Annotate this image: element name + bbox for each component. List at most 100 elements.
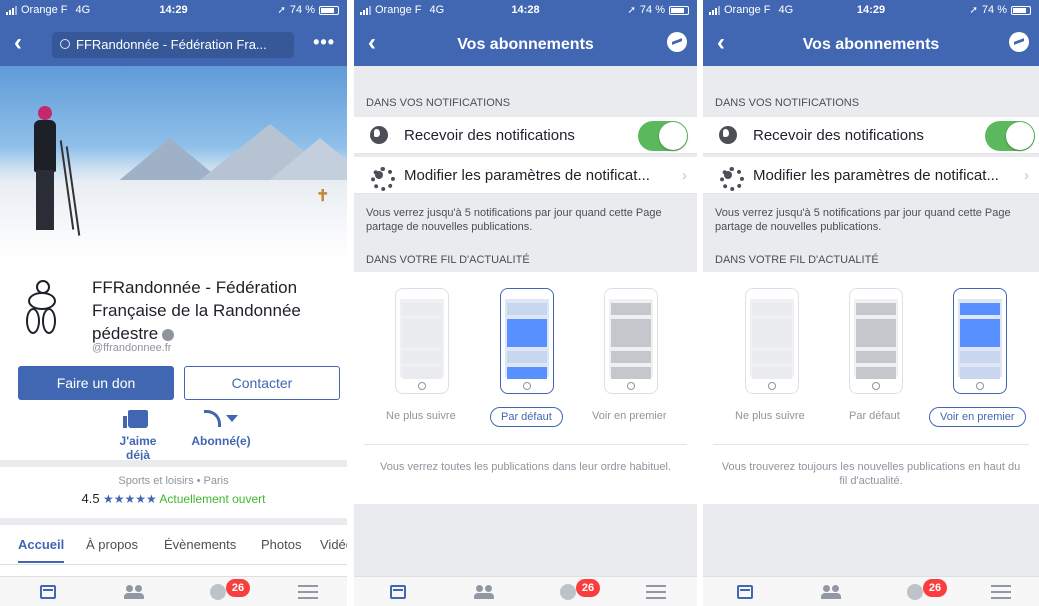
globe-icon bbox=[370, 126, 388, 144]
phone-page-view: Orange F 4G 14:29 ➚ 74 % ‹ FFRandonnée -… bbox=[0, 0, 347, 606]
page-rating[interactable]: 4.5 ★★★★★ Actuellement ouvert bbox=[0, 491, 347, 506]
hamburger-menu-icon[interactable] bbox=[646, 585, 666, 599]
friends-icon[interactable] bbox=[474, 585, 494, 599]
divider bbox=[364, 444, 687, 445]
modify-notification-settings-label: Modifier les paramètres de notificat... bbox=[404, 167, 650, 184]
hiker-figure bbox=[32, 106, 58, 236]
phone-preview-see-first[interactable] bbox=[953, 288, 1007, 394]
like-button[interactable]: J'aime déjà bbox=[106, 410, 170, 462]
donate-button[interactable]: Faire un don bbox=[18, 366, 174, 400]
notification-badge: 26 bbox=[226, 579, 250, 597]
section-feed-label: DANS VOTRE FIL D'ACTUALITÉ bbox=[715, 254, 879, 266]
rating-stars-icon: ★★★★★ bbox=[102, 492, 157, 506]
tab-a-propos[interactable]: À propos bbox=[86, 537, 138, 552]
globe-icon bbox=[719, 126, 737, 144]
nav-bar: ‹ FFRandonnée - Fédération Fra... ••• bbox=[0, 26, 347, 62]
tab-accueil[interactable]: Accueil bbox=[18, 537, 65, 563]
bottom-tab-bar: 26 bbox=[703, 576, 1039, 606]
phone-preview-unfollow[interactable] bbox=[395, 288, 449, 394]
cover-photo[interactable]: ✝ bbox=[0, 66, 347, 258]
receive-notifications-label: Recevoir des notifications bbox=[404, 127, 575, 144]
section-feed-label: DANS VOTRE FIL D'ACTUALITÉ bbox=[366, 254, 530, 266]
more-options-button[interactable]: ••• bbox=[313, 32, 335, 53]
battery-icon bbox=[669, 5, 689, 15]
option-default[interactable]: Par défaut bbox=[849, 410, 900, 422]
messenger-icon[interactable] bbox=[667, 32, 687, 52]
notification-note: Vous verrez jusqu'à 5 notifications par … bbox=[366, 207, 662, 233]
page-category: Sports et loisirs bbox=[118, 475, 194, 487]
option-see-first[interactable]: Voir en premier bbox=[929, 407, 1026, 427]
friends-icon[interactable] bbox=[124, 585, 144, 599]
section-notifications-label: DANS VOS NOTIFICATIONS bbox=[715, 97, 860, 109]
notifications-globe-icon[interactable] bbox=[907, 584, 923, 600]
page-info: Sports et loisirs • Paris 4.5 ★★★★★ Actu… bbox=[0, 467, 347, 518]
notifications-toggle[interactable] bbox=[985, 121, 1035, 151]
tab-evenements[interactable]: Évènements bbox=[164, 537, 236, 552]
summit-cross-icon: ✝ bbox=[316, 188, 330, 205]
search-text: FFRandonnée - Fédération Fra... bbox=[76, 37, 267, 52]
page-handle: @ffrandonnee.fr bbox=[92, 342, 172, 354]
page-location: Paris bbox=[203, 475, 229, 487]
notifications-toggle[interactable] bbox=[638, 121, 688, 151]
receive-notifications-row[interactable]: Recevoir des notifications bbox=[703, 117, 1039, 154]
modify-notification-settings-label: Modifier les paramètres de notificat... bbox=[753, 167, 999, 184]
hamburger-menu-icon[interactable] bbox=[298, 585, 318, 599]
status-bar: Orange F 4G 14:28 ➚ 74 % bbox=[354, 0, 697, 20]
follow-button[interactable]: Abonné(e) bbox=[186, 410, 256, 448]
verified-badge-icon bbox=[162, 328, 175, 341]
divider bbox=[713, 444, 1029, 445]
gear-icon bbox=[719, 166, 744, 191]
bottom-tab-bar: 26 bbox=[354, 576, 697, 606]
notifications-globe-icon[interactable] bbox=[210, 584, 226, 600]
option-unfollow[interactable]: Ne plus suivre bbox=[386, 410, 456, 422]
divider bbox=[0, 460, 347, 467]
gear-icon bbox=[370, 166, 395, 191]
tab-videos[interactable]: Vidéos bbox=[320, 537, 347, 552]
chevron-right-icon: › bbox=[1024, 167, 1029, 184]
feed-options: Ne plus suivre Par défaut Voir en premie… bbox=[354, 272, 697, 504]
nav-bar: ‹ Vos abonnements bbox=[354, 26, 697, 62]
open-status: Actuellement ouvert bbox=[159, 492, 266, 506]
news-feed-icon[interactable] bbox=[390, 585, 406, 599]
page-title: Vos abonnements bbox=[802, 36, 940, 53]
bottom-tab-bar: 26 bbox=[0, 576, 347, 606]
search-input[interactable]: FFRandonnée - Fédération Fra... bbox=[52, 32, 294, 58]
option-unfollow[interactable]: Ne plus suivre bbox=[735, 410, 805, 422]
option-default[interactable]: Par défaut bbox=[490, 407, 563, 427]
contact-button[interactable]: Contacter bbox=[184, 366, 340, 400]
option-see-first[interactable]: Voir en premier bbox=[592, 410, 667, 422]
phone-preview-default[interactable] bbox=[500, 288, 554, 394]
notification-note: Vous verrez jusqu'à 5 notifications par … bbox=[715, 207, 1011, 233]
notification-badge: 26 bbox=[923, 579, 947, 597]
search-icon bbox=[60, 39, 70, 49]
hamburger-menu-icon[interactable] bbox=[991, 585, 1011, 599]
friends-icon[interactable] bbox=[821, 585, 841, 599]
divider bbox=[0, 518, 347, 525]
phone-preview-see-first[interactable] bbox=[604, 288, 658, 394]
notification-badge: 26 bbox=[576, 579, 600, 597]
feed-options: Ne plus suivre Par défaut Voir en premie… bbox=[703, 272, 1039, 504]
battery-percent: 74 % bbox=[289, 4, 315, 16]
phone-preview-default[interactable] bbox=[849, 288, 903, 394]
location-arrow-icon: ➚ bbox=[277, 4, 286, 16]
battery-icon bbox=[1011, 5, 1031, 15]
messenger-icon[interactable] bbox=[1009, 32, 1029, 52]
rss-icon bbox=[204, 410, 238, 428]
receive-notifications-row[interactable]: Recevoir des notifications bbox=[354, 117, 697, 154]
news-feed-icon[interactable] bbox=[40, 585, 56, 599]
location-arrow-icon: ➚ bbox=[969, 4, 978, 16]
feed-note: Vous verrez toutes les publications dans… bbox=[379, 461, 672, 473]
status-bar: Orange F 4G 14:29 ➚ 74 % bbox=[0, 0, 347, 20]
location-arrow-icon: ➚ bbox=[627, 4, 636, 16]
notifications-globe-icon[interactable] bbox=[560, 584, 576, 600]
page-logo[interactable] bbox=[22, 280, 66, 336]
modify-notification-settings-row[interactable]: Modifier les paramètres de notificat... … bbox=[703, 157, 1039, 194]
battery-percent: 74 % bbox=[981, 4, 1007, 16]
battery-icon bbox=[319, 5, 339, 15]
modify-notification-settings-row[interactable]: Modifier les paramètres de notificat... … bbox=[354, 157, 697, 194]
back-chevron-icon[interactable]: ‹ bbox=[14, 31, 22, 55]
page-tabs: Accueil À propos Évènements Photos Vidéo… bbox=[0, 525, 347, 565]
news-feed-icon[interactable] bbox=[737, 585, 753, 599]
phone-preview-unfollow[interactable] bbox=[745, 288, 799, 394]
tab-photos[interactable]: Photos bbox=[261, 537, 301, 552]
